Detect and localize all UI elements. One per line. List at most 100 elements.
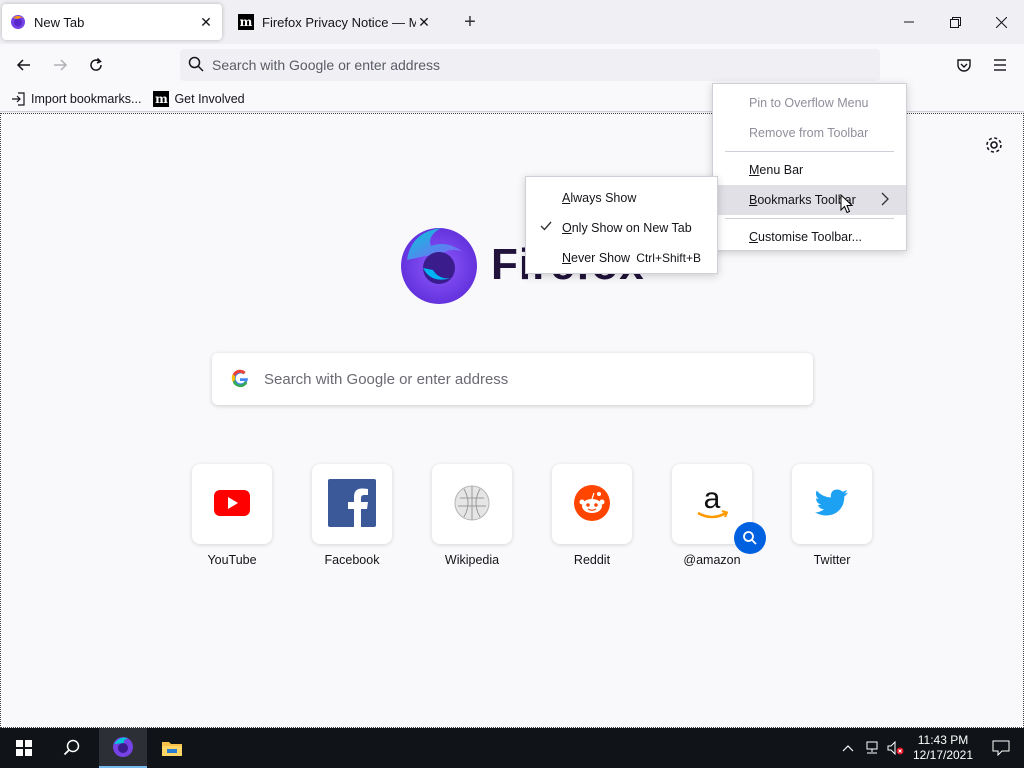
amazon-icon: a xyxy=(692,482,732,526)
tile-box xyxy=(192,464,272,544)
url-input[interactable] xyxy=(212,57,852,73)
bookmark-get-involved[interactable]: m Get Involved xyxy=(153,90,245,107)
facebook-icon xyxy=(328,478,376,530)
tab-title: Firefox Privacy Notice — Mozilla xyxy=(262,14,416,30)
restore-button[interactable] xyxy=(932,0,978,44)
close-tab-icon[interactable]: ✕ xyxy=(416,14,432,30)
system-tray: 11:43 PM 12/17/2021 xyxy=(836,728,1024,768)
accesskey-char: A xyxy=(562,191,571,205)
menu-item-menu-bar[interactable]: Menu Bar xyxy=(713,155,906,185)
newtab-search-box[interactable] xyxy=(212,353,813,405)
windows-taskbar: 11:43 PM 12/17/2021 xyxy=(0,728,1024,768)
accesskey-char: B xyxy=(749,193,758,207)
search-icon xyxy=(63,739,80,756)
top-site-tile[interactable]: Reddit xyxy=(532,464,652,567)
mouse-cursor-icon xyxy=(840,193,854,214)
firefox-icon xyxy=(10,14,26,30)
minimize-button[interactable] xyxy=(886,0,932,44)
tab-strip: New Tab ✕ m Firefox Privacy Notice — Moz… xyxy=(0,0,1024,44)
forward-button[interactable] xyxy=(45,50,75,80)
chevron-up-icon[interactable] xyxy=(836,728,860,768)
top-site-tile[interactable]: Facebook xyxy=(292,464,412,567)
menu-separator xyxy=(725,151,894,152)
reload-button[interactable] xyxy=(81,50,111,80)
menu-item-only-new-tab[interactable]: Only Show on New Tab xyxy=(526,213,717,243)
checkmark-icon xyxy=(540,220,552,235)
toolbar-context-menu: Pin to Overflow Menu Remove from Toolbar… xyxy=(712,83,907,251)
pocket-icon[interactable] xyxy=(949,50,979,80)
network-icon[interactable] xyxy=(860,728,884,768)
tile-label: Facebook xyxy=(324,553,380,567)
tab-new-tab[interactable]: New Tab ✕ xyxy=(2,4,222,40)
volume-muted-icon[interactable] xyxy=(884,728,908,768)
clock-time: 11:43 PM xyxy=(917,733,969,747)
taskbar-search-button[interactable] xyxy=(48,728,96,768)
bookmark-label: Get Involved xyxy=(174,91,245,106)
accesskey-char: C xyxy=(749,230,759,244)
newtab-search-input[interactable] xyxy=(264,370,784,388)
taskbar-file-explorer[interactable] xyxy=(148,728,196,768)
svg-text:a: a xyxy=(704,483,721,515)
firefox-logo-icon xyxy=(397,222,481,306)
gear-icon[interactable] xyxy=(983,134,1005,156)
start-button[interactable] xyxy=(0,728,48,768)
youtube-icon xyxy=(214,489,250,519)
top-site-tile[interactable]: a @amazon xyxy=(652,464,772,567)
menu-item-always-show[interactable]: Always Show xyxy=(526,183,717,213)
menu-item-never-show[interactable]: Never Show Ctrl+Shift+B xyxy=(526,243,717,273)
address-bar[interactable] xyxy=(180,49,880,81)
accesskey-char: M xyxy=(749,163,760,177)
new-tab-button[interactable]: + xyxy=(458,10,482,34)
tile-box xyxy=(432,464,512,544)
notification-icon[interactable] xyxy=(978,728,1024,768)
menu-item-bookmarks-toolbar[interactable]: Bookmarks Toolbar xyxy=(713,185,906,215)
tab-title: New Tab xyxy=(34,14,85,30)
taskbar-clock[interactable]: 11:43 PM 12/17/2021 xyxy=(908,733,978,763)
menu-item-remove-toolbar[interactable]: Remove from Toolbar xyxy=(713,118,906,148)
tile-box: a xyxy=(672,464,766,554)
menu-item-label: Never Show xyxy=(562,251,631,265)
navigation-toolbar xyxy=(0,44,1024,86)
mozilla-m-icon: m xyxy=(153,90,170,107)
twitter-icon xyxy=(815,489,849,520)
taskbar-firefox[interactable] xyxy=(99,728,147,768)
top-site-tile[interactable]: Wikipedia xyxy=(412,464,532,567)
top-sites: YouTube Facebook Wikipedia Reddit a @ama… xyxy=(172,464,892,567)
menu-item-label: Only Show on New Tab xyxy=(562,221,692,235)
close-tab-icon[interactable]: ✕ xyxy=(198,14,214,30)
bookmark-import[interactable]: Import bookmarks... xyxy=(10,91,141,107)
tile-label: @amazon xyxy=(683,553,741,567)
import-icon xyxy=(10,91,26,107)
hamburger-menu-icon[interactable] xyxy=(985,50,1015,80)
menu-item-label: Menu Bar xyxy=(749,163,804,177)
tile-box xyxy=(312,464,392,544)
accesskey-char: O xyxy=(562,221,572,235)
tile-box xyxy=(552,464,632,544)
tile-box xyxy=(792,464,872,544)
menu-item-pin-overflow[interactable]: Pin to Overflow Menu xyxy=(713,88,906,118)
chevron-right-icon xyxy=(880,192,890,209)
back-button[interactable] xyxy=(9,50,39,80)
menu-item-label: Remove from Toolbar xyxy=(749,126,869,140)
reddit-icon xyxy=(573,484,611,525)
menu-item-label: Pin to Overflow Menu xyxy=(749,96,869,110)
search-shortcut-badge xyxy=(734,522,766,554)
clock-date: 12/17/2021 xyxy=(912,748,974,762)
tab-privacy-notice[interactable]: m Firefox Privacy Notice — Mozilla ✕ xyxy=(230,4,440,40)
firefox-icon xyxy=(113,737,133,757)
search-icon xyxy=(743,531,757,545)
top-site-tile[interactable]: YouTube xyxy=(172,464,292,567)
menu-item-label: Always Show xyxy=(562,191,637,205)
wikipedia-icon xyxy=(453,484,491,525)
tile-label: YouTube xyxy=(207,553,257,567)
menu-item-customise-toolbar[interactable]: Customise Toolbar... xyxy=(713,222,906,252)
google-icon xyxy=(230,368,250,391)
bookmarks-toolbar-submenu: Always Show Only Show on New Tab Never S… xyxy=(525,176,718,274)
keyboard-shortcut: Ctrl+Shift+B xyxy=(636,251,701,265)
mozilla-m-icon: m xyxy=(238,14,254,30)
tile-label: Twitter xyxy=(813,553,851,567)
close-window-button[interactable] xyxy=(978,0,1024,44)
tile-label: Wikipedia xyxy=(444,553,500,567)
menu-item-label: Customise Toolbar... xyxy=(749,230,863,244)
top-site-tile[interactable]: Twitter xyxy=(772,464,892,567)
